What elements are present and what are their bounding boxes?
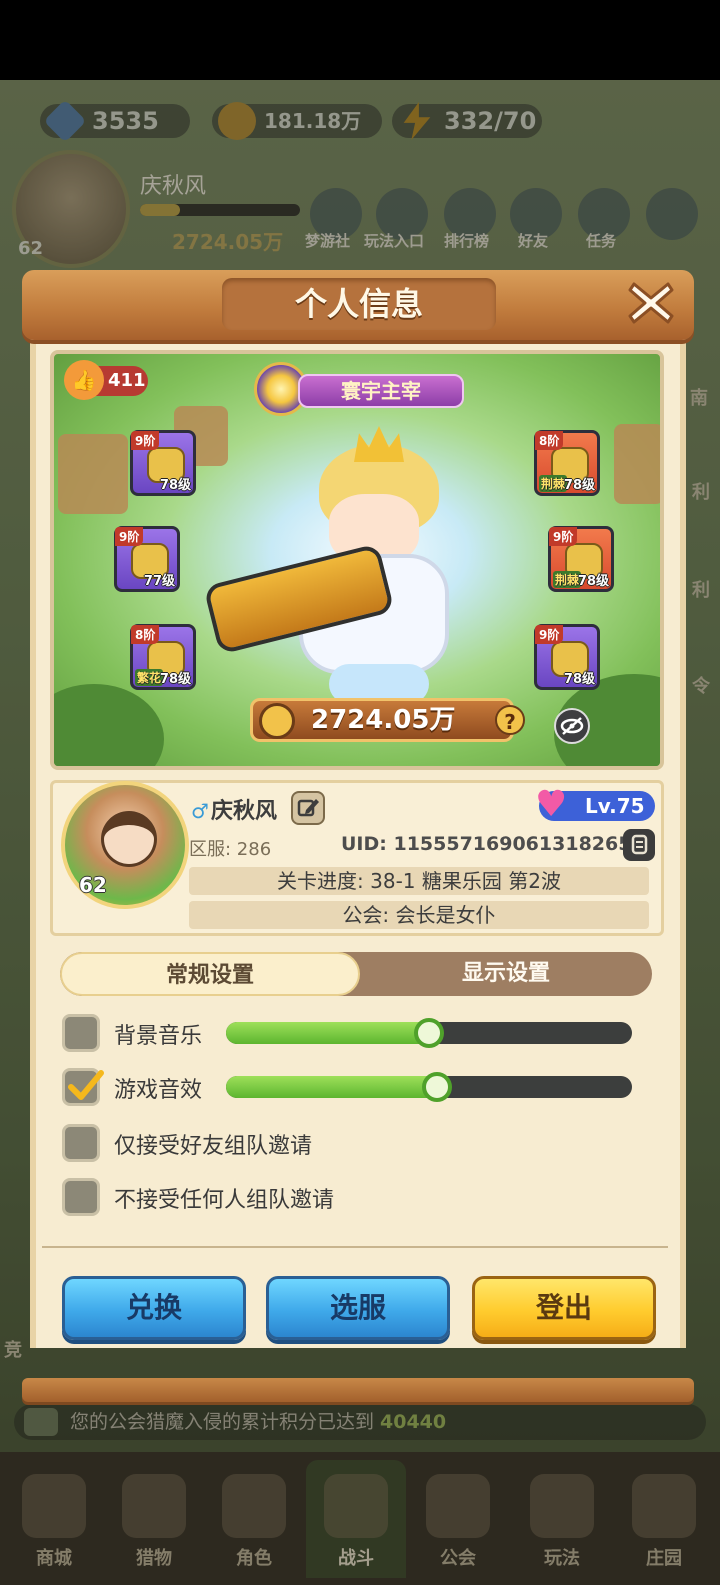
vip-level-badge: ♥ Lv.75 [535,787,655,823]
profile-modal: 个人信息 👍 411 寰宇主宰 9阶 78级 9阶 77级 8阶 繁花 78级 … [22,270,694,1402]
equip-set-tag: 繁花 [135,669,164,686]
equip-slot-hat[interactable]: 9阶 78级 [130,430,196,496]
friends-only-checkbox[interactable] [62,1124,100,1162]
modal-header: 个人信息 [22,270,694,340]
slider-fill [226,1076,438,1098]
close-button[interactable] [622,274,680,332]
combat-power: 2724.05万 ? [250,698,525,742]
character-title: 寰宇主宰 [298,374,464,408]
select-server-button[interactable]: 选服 [266,1276,450,1340]
equip-level: 78级 [159,672,191,687]
pencil-icon [297,799,319,817]
status-bar [0,0,720,80]
redeem-button[interactable]: 兑换 [62,1276,246,1340]
settings-tab-bar: 显示设置 常规设置 [60,952,652,996]
modal-footer [22,1378,694,1402]
sfx-checkbox[interactable] [62,1068,104,1106]
option-bgm: 背景音乐 [62,1012,642,1056]
equip-slot-boots[interactable]: 9阶 78级 [534,624,600,690]
equip-tier: 9阶 [549,527,578,546]
checkmark-icon [68,1070,104,1100]
hide-toggle-button[interactable] [554,708,590,744]
equip-slot-pants[interactable]: 8阶 繁花 78级 [130,624,196,690]
player-name: 庆秋风 [210,799,277,824]
player-avatar[interactable]: 62 [61,781,189,909]
avatar-level: 62 [79,873,107,897]
sfx-volume-slider[interactable] [226,1072,632,1102]
power-gear-icon [259,703,295,739]
profile-card: 62 ♂庆秋风 ♥ Lv.75 区服: 286 UID: 11555716906… [50,780,664,936]
equip-slot-armor[interactable]: 8阶 荆棘 78级 [534,430,600,496]
vip-level: Lv.75 [585,794,645,818]
divider [42,1246,668,1248]
equip-level: 78级 [563,672,595,687]
option-label: 仅接受好友组队邀请 [114,1134,313,1159]
bgm-volume-slider[interactable] [226,1018,632,1048]
modal-title: 个人信息 [222,278,496,330]
character-showcase: 👍 411 寰宇主宰 9阶 78级 9阶 77级 8阶 繁花 78级 8阶 荆棘… [50,350,664,770]
fence-decoration [58,434,128,514]
tab-display-settings[interactable]: 显示设置 [356,952,652,996]
equip-tier: 8阶 [131,625,160,644]
equip-set-tag: 荆棘 [539,475,568,492]
equip-level: 78级 [577,574,609,589]
slider-handle[interactable] [422,1072,453,1102]
equip-level: 78级 [159,478,191,493]
equip-tier: 9阶 [115,527,144,546]
tab-general-settings[interactable]: 常规设置 [60,952,360,996]
help-icon[interactable]: ? [495,705,525,735]
male-icon: ♂ [191,799,209,823]
likes-value: 411 [108,370,146,391]
server-info: 区服: 286 [189,839,272,860]
equip-tier: 9阶 [535,625,564,644]
edit-name-button[interactable] [291,791,325,825]
option-no-invite: 不接受任何人组队邀请 [62,1176,642,1220]
copy-icon [631,834,648,855]
bush-decoration [54,684,164,766]
equip-slot-gloves[interactable]: 9阶 77级 [114,526,180,592]
copy-uid-button[interactable] [623,829,655,861]
heart-icon: ♥ [535,784,568,825]
bgm-checkbox[interactable] [62,1014,100,1052]
equip-set-tag: 荆棘 [553,571,582,588]
option-sfx: 游戏音效 [62,1066,642,1110]
option-label: 不接受任何人组队邀请 [114,1188,335,1213]
eye-off-icon [560,717,584,735]
guild-info: 公会: 会长是女仆 [189,901,649,929]
close-icon [628,282,674,324]
logout-button[interactable]: 登出 [472,1276,656,1340]
slider-handle[interactable] [414,1018,444,1048]
equip-level: 77级 [143,574,175,589]
no-invite-checkbox[interactable] [62,1178,100,1216]
crown-icon [354,426,404,462]
fence-decoration [614,424,660,504]
hero-character [203,414,509,714]
equip-tier: 8阶 [535,431,564,450]
character-title-badge: 寰宇主宰 [254,362,466,416]
player-uid: UID: 1155571690613182657 [341,833,645,855]
thumbs-up-icon: 👍 [64,360,104,400]
stage-progress: 关卡进度: 38-1 糖果乐园 第2波 [189,867,649,895]
option-friends-only-invite: 仅接受好友组队邀请 [62,1122,642,1166]
player-name-row: ♂庆秋风 [191,793,277,825]
equip-slot-belt[interactable]: 9阶 荆棘 78级 [548,526,614,592]
slider-fill [226,1022,429,1044]
option-label: 游戏音效 [114,1078,203,1103]
combat-power-value: 2724.05万 [311,705,456,735]
likes-counter[interactable]: 👍 411 [64,360,148,400]
option-label: 背景音乐 [114,1024,203,1049]
equip-tier: 9阶 [131,431,160,450]
equip-level: 78级 [563,478,595,493]
